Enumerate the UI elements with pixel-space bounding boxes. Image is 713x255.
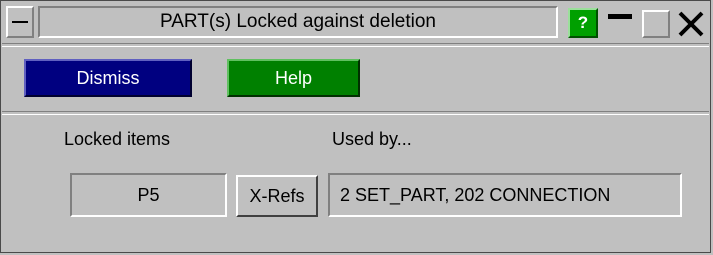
used-by-field: 2 SET_PART, 202 CONNECTION bbox=[328, 173, 682, 217]
dismiss-button[interactable]: Dismiss bbox=[24, 59, 192, 97]
window-title: PART(s) Locked against deletion bbox=[38, 6, 558, 38]
button-row-divider bbox=[2, 111, 709, 115]
minimize-icon[interactable] bbox=[606, 10, 634, 38]
locked-parts-dialog: PART(s) Locked against deletion ? Dismis… bbox=[0, 0, 711, 253]
maximize-icon[interactable] bbox=[642, 10, 670, 38]
title-divider bbox=[2, 43, 709, 47]
help-icon[interactable]: ? bbox=[568, 8, 598, 38]
system-menu-icon[interactable] bbox=[6, 6, 34, 38]
locked-items-header: Locked items bbox=[64, 129, 171, 149]
locked-item-field: P5 bbox=[70, 173, 227, 217]
used-by-header: Used by... bbox=[332, 129, 412, 149]
help-button[interactable]: Help bbox=[227, 59, 360, 97]
xrefs-button[interactable]: X-Refs bbox=[236, 175, 318, 217]
title-bar: PART(s) Locked against deletion ? bbox=[2, 2, 709, 42]
close-icon[interactable] bbox=[676, 8, 706, 40]
